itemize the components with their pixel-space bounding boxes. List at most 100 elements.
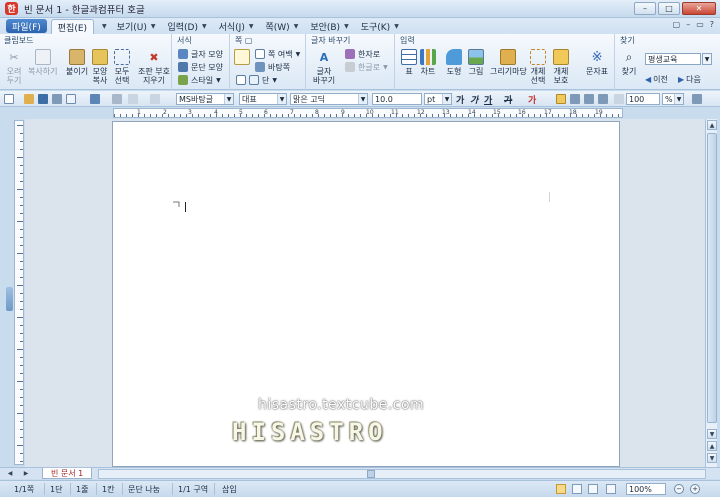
maximize-button[interactable]: □	[658, 2, 680, 15]
horizontal-ruler[interactable]: 1 2 3 4 5 6 7 8 9 10 11 12 13 14 15 16 17 18 19	[113, 108, 623, 118]
doc-restore-button[interactable]: ▭	[696, 20, 704, 29]
find-button[interactable]: ⌕ 찾기	[621, 49, 637, 77]
web-view-button[interactable]	[588, 484, 598, 494]
align-justify-icon[interactable]	[556, 94, 566, 104]
tab-tools[interactable]: 도구(K) ▼	[355, 19, 405, 33]
undo-icon[interactable]	[90, 94, 100, 104]
tab-input[interactable]: 입력(D) ▼	[161, 19, 212, 33]
page-margin-button[interactable]: 쪽 여백 ▼	[255, 48, 300, 60]
find-history-dropdown[interactable]: ▼	[702, 53, 712, 65]
app-logo-icon[interactable]: 한	[5, 2, 18, 15]
side-panel-handle[interactable]	[6, 287, 13, 311]
master-page-button[interactable]: 바탕쪽	[255, 61, 290, 73]
close-button[interactable]: ✕	[682, 2, 716, 15]
zoom-in-button[interactable]: +	[690, 484, 700, 494]
vertical-ruler[interactable]	[14, 120, 24, 465]
status-insert-mode[interactable]: 삽입	[222, 484, 237, 495]
gallery-button[interactable]: 그리기마당	[490, 49, 527, 76]
print-icon[interactable]	[52, 94, 62, 104]
para-shape-label: 문단 모양	[191, 62, 223, 72]
fit-page-button[interactable]	[606, 484, 616, 494]
tab-scroll-right-button[interactable]: ▶	[22, 469, 30, 478]
tab-scroll-left-button[interactable]: ◀	[6, 469, 14, 478]
table-button[interactable]: 표	[401, 49, 417, 76]
font-unit-select[interactable]: pt ▼	[424, 93, 452, 105]
bold-button[interactable]: 가	[456, 93, 464, 106]
tab-page[interactable]: 쪽(W) ▼	[259, 19, 304, 33]
doc-minimize-button[interactable]: –	[686, 20, 690, 29]
strike-button[interactable]: 가	[504, 93, 512, 106]
find-prev-button[interactable]: ◀ 이전	[645, 73, 668, 85]
picture-button[interactable]: 그림	[468, 49, 484, 76]
group-input: 입력 표 차트 도형 그림 그리기마당 개체 선택 개체 보호 ※ 문자표	[396, 34, 615, 90]
shape-button[interactable]: 도형	[446, 49, 462, 76]
paste-button[interactable]: 붙이기	[66, 49, 88, 76]
zoom-unit-select[interactable]: % ▼	[662, 93, 684, 105]
style-select[interactable]: 대표 ▼	[239, 93, 287, 105]
tab-view[interactable]: 보기(U) ▼	[111, 19, 162, 33]
draft-view-button[interactable]	[572, 484, 582, 494]
open-folder-icon[interactable]	[24, 94, 34, 104]
horizontal-scroll-thumb[interactable]	[367, 470, 375, 478]
tab-security[interactable]: 보안(B) ▼	[304, 19, 354, 33]
page-setup-button[interactable]	[234, 49, 250, 67]
font-color-button[interactable]: 가	[528, 93, 536, 106]
scroll-down-button[interactable]: ▼	[707, 429, 717, 439]
status-zoom-select[interactable]: 100%	[626, 483, 666, 495]
font-size-input[interactable]: 10.0	[372, 93, 422, 105]
hanja-button[interactable]: 한자로	[345, 48, 380, 60]
horizontal-scrollbar[interactable]	[98, 469, 706, 479]
document-page[interactable]	[112, 121, 620, 467]
hangul-button[interactable]: 한글로 ▼	[345, 61, 388, 73]
prev-page-button[interactable]: ▲	[707, 441, 717, 451]
underline-button[interactable]: 가	[484, 93, 492, 106]
save-icon[interactable]	[38, 94, 48, 104]
chevron-down-icon: ▼	[150, 22, 156, 30]
font-select[interactable]: 맑은 고딕 ▼	[290, 93, 368, 105]
redo-icon[interactable]	[112, 94, 122, 104]
scroll-thumb[interactable]	[707, 133, 717, 423]
vertical-scrollbar[interactable]: ▲ ▼ ▲ ▼	[705, 119, 717, 467]
symbol-button[interactable]: ※ 문자표	[586, 49, 608, 77]
font-language-select[interactable]: MS바탕글 ▼	[176, 93, 234, 105]
toolbar-more-icon[interactable]	[692, 94, 702, 104]
document-tab[interactable]: 빈 문서 1	[42, 468, 93, 479]
format-copy-button[interactable]: 모양 복사	[92, 49, 108, 85]
italic-button[interactable]: 가	[470, 93, 478, 106]
para-shape-button[interactable]: 문단 모양	[178, 61, 223, 73]
next-page-button[interactable]: ▼	[707, 453, 717, 463]
align-left-icon[interactable]	[570, 94, 580, 104]
char-change-button[interactable]: A 글자 바꾸기	[313, 49, 335, 86]
zoom-out-button[interactable]: −	[674, 484, 684, 494]
ruler-tick	[114, 114, 115, 117]
align-center-icon[interactable]	[584, 94, 594, 104]
ribbon-toggle-icon[interactable]: ▢	[673, 20, 681, 29]
tab-format[interactable]: 서식(J) ▼	[213, 19, 260, 33]
copy-button[interactable]: 복사하기	[28, 49, 57, 76]
clear-codes-button[interactable]: ✖ 조판 부호 지우기	[138, 49, 170, 86]
chart-button[interactable]: 차트	[420, 49, 436, 76]
zoom-select[interactable]: 100	[626, 93, 660, 105]
select-all-button[interactable]: 모두 선택	[114, 49, 130, 85]
tab-file[interactable]: 파일(F)	[6, 19, 47, 33]
page-view-button[interactable]	[556, 484, 566, 494]
char-shape-button[interactable]: 글자 모양	[178, 48, 223, 60]
select-object-button[interactable]: 개체 선택	[530, 49, 546, 85]
preview-icon[interactable]	[66, 94, 76, 104]
find-next-button[interactable]: ▶ 다음	[678, 73, 701, 85]
line-spacing-icon[interactable]	[614, 94, 624, 104]
column-button[interactable]: 단 ▼	[236, 74, 277, 86]
scroll-up-button[interactable]: ▲	[707, 120, 717, 130]
style-button[interactable]: 스타일 ▼	[178, 74, 221, 86]
align-right-icon[interactable]	[598, 94, 608, 104]
format-paint-icon[interactable]	[150, 94, 160, 104]
minimize-button[interactable]: –	[634, 2, 656, 15]
cut-button[interactable]: ✂ 오려 두기	[6, 49, 22, 86]
tab-edit-dropdown[interactable]: ▼	[94, 19, 111, 33]
find-input[interactable]: 평생교육	[645, 53, 701, 65]
protect-object-button[interactable]: 개체 보호	[553, 49, 569, 85]
repeat-icon[interactable]	[128, 94, 138, 104]
help-button[interactable]: ?	[710, 20, 714, 29]
new-document-icon[interactable]	[4, 94, 14, 104]
tab-edit[interactable]: 편집(E)	[50, 19, 95, 34]
